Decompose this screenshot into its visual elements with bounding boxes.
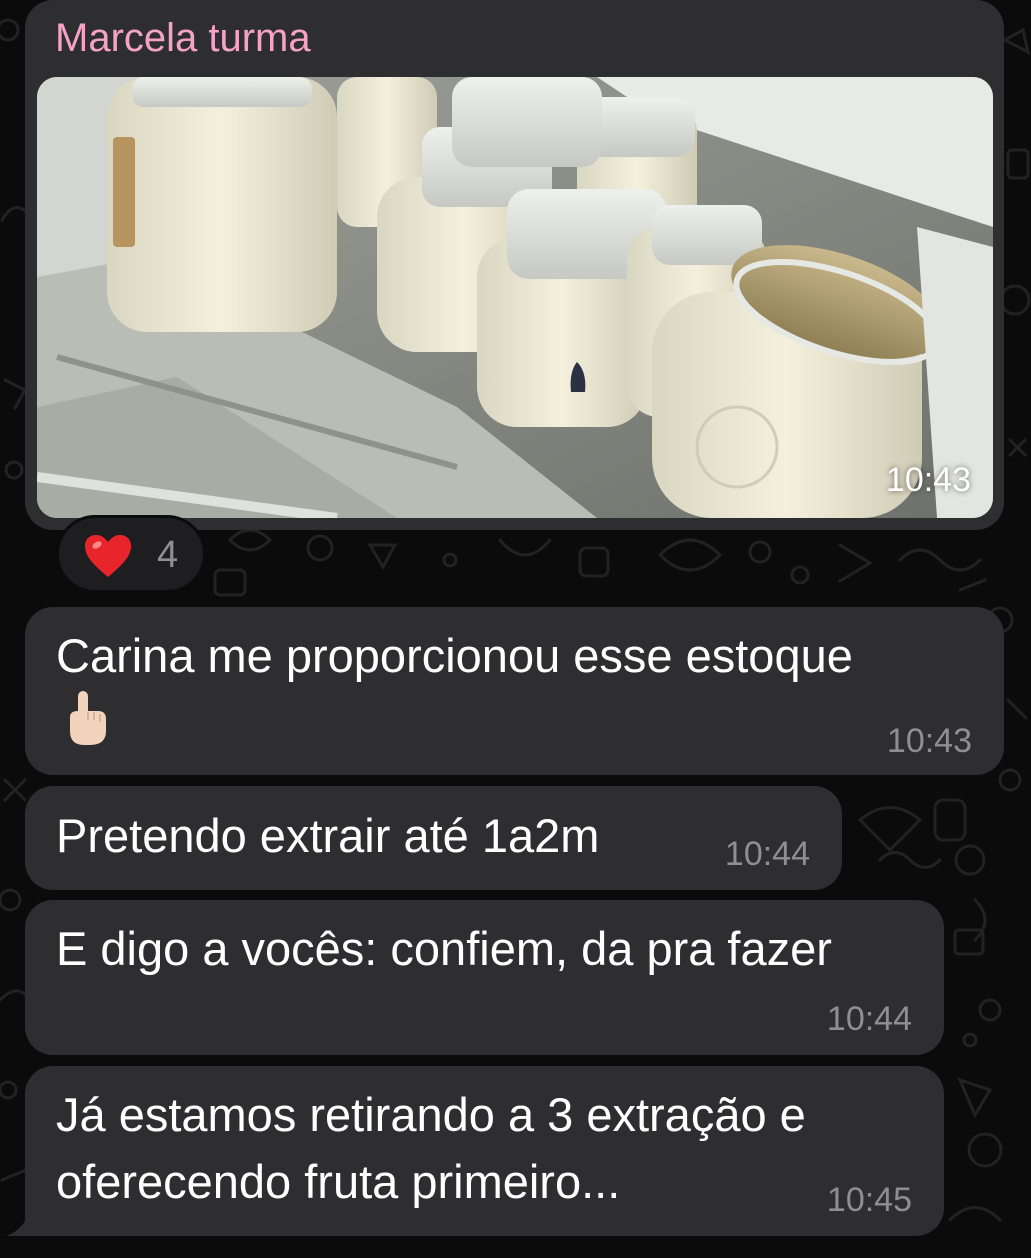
sender-name[interactable]: Marcela turma [55,14,311,62]
photo-attachment[interactable]: 10:43 [37,77,993,518]
message-timestamp: 10:44 [724,835,810,873]
message-text: Carina me proporcionou esse estoque [56,629,853,682]
message-text-line-1: Já estamos retirando a 3 extração e [56,1088,806,1141]
reaction-pill[interactable]: 4 [56,515,206,593]
photo-timestamp: 10:43 [885,461,971,499]
message-timestamp: 10:44 [826,1000,912,1038]
message-bubble[interactable]: Já estamos retirando a 3 extração e ofer… [25,1066,944,1236]
message-text: E digo a vocês: confiem, da pra fazer [56,922,832,975]
pointing-up-hand-icon [70,691,106,745]
message-bubble[interactable]: Carina me proporcionou esse estoque 10:4… [25,607,1004,775]
message-text-line-2: oferecendo fruta primeiro... [56,1155,621,1208]
message-timestamp: 10:45 [826,1181,912,1219]
reaction-count: 4 [157,534,179,576]
photo-message-bubble[interactable]: Marcela turma 10:43 [25,0,1004,530]
message-bubble[interactable]: Pretendo extrair até 1a2m 10:44 [25,786,842,890]
message-timestamp: 10:43 [886,722,972,760]
red-heart-icon [85,535,131,577]
photo-freezer-milk-jars [37,77,993,518]
message-text: Pretendo extrair até 1a2m [56,809,600,862]
message-bubble[interactable]: E digo a vocês: confiem, da pra fazer 10… [25,900,944,1055]
